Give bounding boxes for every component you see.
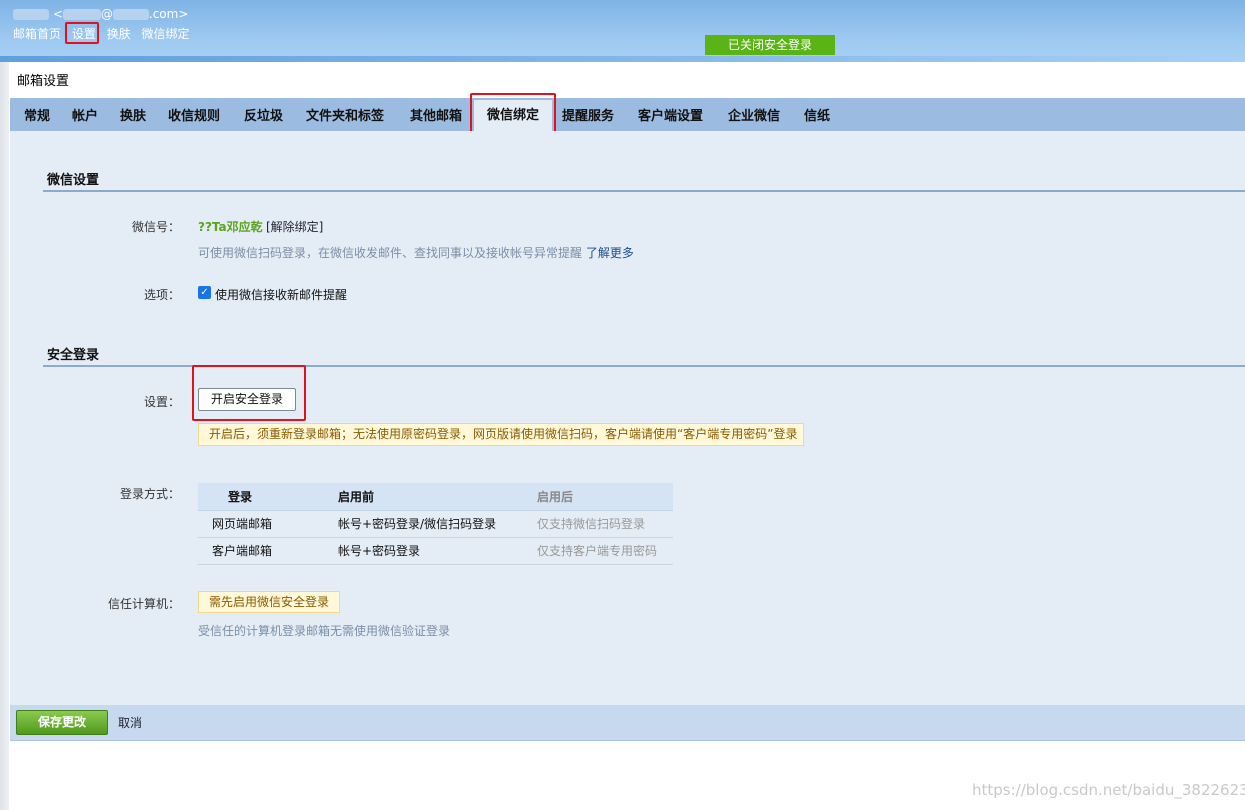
- top-header: < @ .com> 邮箱首页 设置 换肤 微信绑定: [0, 0, 1245, 62]
- left-edge: [0, 62, 9, 810]
- email-domain-suffix: .com>: [148, 7, 189, 21]
- redacted-email-domain: [112, 9, 149, 20]
- nav-wechat-bind[interactable]: 微信绑定: [142, 27, 190, 41]
- table-cell-before: 帐号+密码登录: [338, 537, 537, 565]
- email-open-bracket: <: [52, 7, 63, 21]
- tab-enterprise-wechat[interactable]: 企业微信: [728, 98, 780, 131]
- table-cell-after: 仅支持客户端专用密码: [537, 537, 673, 565]
- login-method-label: 登录方式：: [119, 487, 180, 501]
- nav-mail-home[interactable]: 邮箱首页: [13, 27, 61, 41]
- login-method-table: 登录 启用前 启用后 网页端邮箱 帐号+密码登录/微信扫码登录 仅支持微信扫码登…: [198, 483, 673, 565]
- wechat-id-label: 微信号：: [131, 220, 180, 234]
- footer-action-bar: [10, 705, 1245, 741]
- table-row: 客户端邮箱 帐号+密码登录 仅支持客户端专用密码: [198, 537, 673, 565]
- wechat-section-title: 微信设置: [47, 173, 100, 188]
- tab-client-settings[interactable]: 客户端设置: [638, 98, 703, 131]
- table-header-row: 登录 启用前 启用后: [198, 483, 673, 511]
- tab-other-mailboxes[interactable]: 其他邮箱: [410, 98, 462, 131]
- tab-reminders[interactable]: 提醒服务: [562, 98, 614, 131]
- trusted-computer-label: 信任计算机：: [107, 597, 180, 611]
- table-cell-type: 网页端邮箱: [198, 510, 338, 538]
- secure-login-warning: 开启后，须重新登录邮箱；无法使用原密码登录，网页版请使用微信扫码，客户端请使用“…: [198, 423, 804, 446]
- wechat-section-divider: [43, 190, 1245, 192]
- wechat-notify-checkbox-label[interactable]: 使用微信接收新邮件提醒: [215, 286, 347, 303]
- header-stripe: [0, 56, 1245, 62]
- trusted-computer-description: 受信任的计算机登录邮箱无需使用微信验证登录: [198, 624, 451, 638]
- trusted-computer-notice: 需先启用微信安全登录: [198, 591, 340, 613]
- page-title: 邮箱设置: [17, 74, 70, 89]
- redacted-name: [13, 9, 49, 20]
- table-cell-before: 帐号+密码登录/微信扫码登录: [338, 510, 537, 538]
- watermark-text: https://blog.csdn.net/baidu_38226233: [972, 781, 1245, 799]
- tab-stationery[interactable]: 信纸: [804, 98, 830, 131]
- top-nav: 邮箱首页 设置 换肤 微信绑定: [13, 25, 197, 42]
- save-changes-button[interactable]: 保存更改: [16, 710, 108, 735]
- tab-skin[interactable]: 换肤: [120, 98, 146, 131]
- learn-more-link[interactable]: 了解更多: [586, 246, 634, 260]
- tab-folders-labels[interactable]: 文件夹和标签: [306, 98, 384, 131]
- secure-login-status-badge: 已关闭安全登录: [705, 35, 835, 55]
- wechat-description: 可使用微信扫码登录，在微信收发邮件、查找同事以及接收帐号异常提醒 了解更多: [198, 244, 634, 261]
- table-cell-type: 客户端邮箱: [198, 537, 338, 565]
- tab-general[interactable]: 常规: [24, 98, 50, 131]
- cancel-link[interactable]: 取消: [118, 714, 142, 731]
- wechat-notify-checkbox[interactable]: ✓: [198, 286, 211, 299]
- redacted-email-local: [62, 9, 101, 20]
- wechat-id-value: ??Ta邓应乾: [198, 220, 263, 234]
- highlight-enable-secure-login: [192, 365, 306, 421]
- user-account-line: < @ .com>: [13, 7, 188, 21]
- nav-skin[interactable]: 换肤: [107, 27, 131, 41]
- option-label: 选项：: [143, 288, 180, 302]
- secure-login-section-title: 安全登录: [47, 348, 100, 363]
- table-header-before: 启用前: [338, 483, 537, 511]
- settings-tab-bar: 常规 帐户 换肤 收信规则 反垃圾 文件夹和标签 其他邮箱 微信绑定 提醒服务 …: [10, 98, 1245, 131]
- tab-anti-spam[interactable]: 反垃圾: [244, 98, 283, 131]
- tab-mail-rules[interactable]: 收信规则: [168, 98, 220, 131]
- highlight-nav-settings: [65, 22, 99, 44]
- table-header-login: 登录: [198, 483, 338, 511]
- table-header-after: 启用后: [537, 483, 673, 511]
- unbind-link[interactable]: [解除绑定]: [266, 218, 323, 235]
- table-row: 网页端邮箱 帐号+密码登录/微信扫码登录 仅支持微信扫码登录: [198, 510, 673, 538]
- wechat-description-text: 可使用微信扫码登录，在微信收发邮件、查找同事以及接收帐号异常提醒: [198, 246, 583, 260]
- table-cell-after: 仅支持微信扫码登录: [537, 510, 673, 538]
- email-at-sign: @: [100, 7, 113, 21]
- secure-setting-label: 设置：: [143, 395, 180, 409]
- tab-account[interactable]: 帐户: [72, 98, 98, 131]
